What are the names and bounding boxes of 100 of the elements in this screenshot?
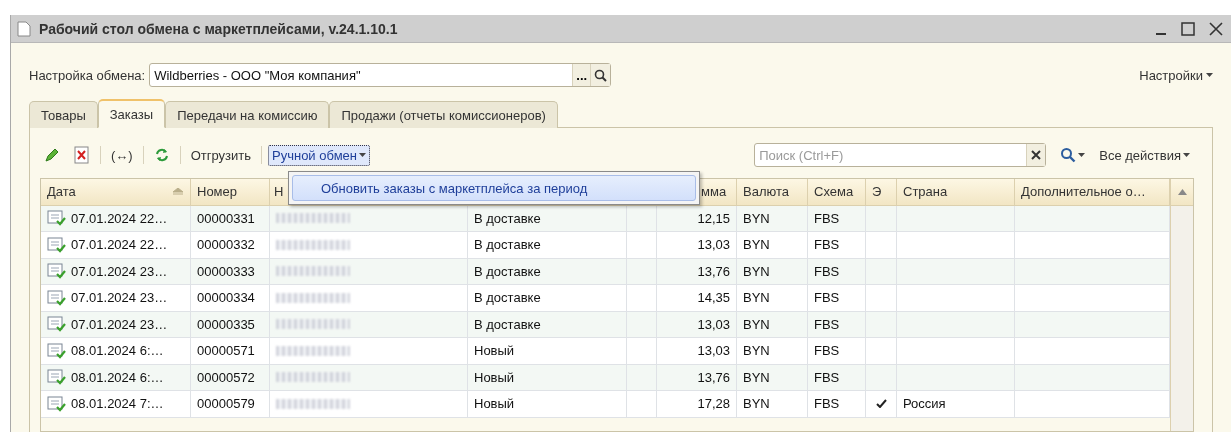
search-field[interactable]: Поиск (Ctrl+F)	[754, 143, 1047, 167]
table-cell: FBS	[808, 391, 866, 418]
caret-icon	[1078, 153, 1086, 157]
table-cell: 00000335	[191, 311, 270, 338]
table-cell: BYN	[737, 232, 808, 259]
caret-icon	[1206, 73, 1213, 77]
manual-exchange-dropdown[interactable]: Ручной обмен	[268, 144, 370, 166]
column-header[interactable]: Валюта	[737, 179, 808, 206]
table-cell: BYN	[737, 285, 808, 312]
table-cell: 13,03	[657, 311, 737, 338]
sort-icon	[172, 187, 184, 196]
date-text: 07.01.2024 23…	[71, 316, 168, 332]
table-cell: 13,76	[657, 364, 737, 391]
refresh-icon	[153, 147, 170, 163]
clear-button[interactable]	[1026, 144, 1046, 166]
document-check-icon	[47, 263, 66, 280]
table-cell: В доставке	[468, 285, 627, 312]
table-cell: 00000331	[191, 205, 270, 232]
table-cell: BYN	[737, 364, 808, 391]
document-check-icon	[47, 236, 66, 253]
date-text: 08.01.2024 6:…	[71, 343, 164, 359]
table-cell	[627, 232, 657, 259]
table-cell: FBS	[808, 338, 866, 365]
table-cell: Россия	[897, 391, 1015, 418]
tab[interactable]: Продажи (отчеты комиссионеров)	[329, 101, 558, 128]
date-text: 08.01.2024 6:…	[71, 369, 164, 385]
table-cell: Новый	[468, 364, 627, 391]
exchange-settings-field[interactable]: Wildberries - ООО "Моя компания" ...	[149, 63, 612, 87]
table-cell	[627, 258, 657, 285]
tab[interactable]: Товары	[29, 101, 98, 128]
table-cell: 00000333	[191, 258, 270, 285]
search-button[interactable]	[590, 64, 611, 86]
expand-button[interactable]: (↔)	[107, 144, 137, 166]
table-cell	[627, 285, 657, 312]
document-check-icon	[47, 369, 66, 386]
close-icon	[1031, 150, 1042, 160]
caret-icon	[359, 153, 366, 157]
all-actions-menu[interactable]: Все действия	[1095, 144, 1194, 166]
search-input[interactable]: Поиск (Ctrl+F)	[755, 147, 1027, 163]
document-check-icon	[47, 395, 66, 412]
ship-button[interactable]: Отгрузить	[186, 144, 255, 166]
table-cell: 00000571	[191, 338, 270, 365]
table-cell: Новый	[468, 391, 627, 418]
date-text: 07.01.2024 22…	[71, 237, 168, 253]
checkmark-icon	[875, 399, 887, 409]
document-check-icon	[47, 342, 66, 359]
header-text: Номер	[197, 184, 237, 200]
date-text: 08.01.2024 7:…	[71, 396, 164, 412]
column-header[interactable]: Дата	[41, 179, 191, 206]
caret-icon	[1183, 153, 1190, 157]
table-cell: 00000334	[191, 285, 270, 312]
table-cell: BYN	[737, 391, 808, 418]
table-cell: FBS	[808, 364, 866, 391]
pencil-icon	[44, 147, 60, 163]
table-cell	[627, 364, 657, 391]
table-cell: 17,28	[657, 391, 737, 418]
table-cell: В доставке	[468, 232, 627, 259]
table-cell: В доставке	[468, 205, 627, 232]
maximize-icon[interactable]	[1181, 21, 1195, 36]
table-cell: Новый	[468, 338, 627, 365]
table-cell: 14,35	[657, 285, 737, 312]
field-label: Настройка обмена:	[29, 67, 146, 83]
table-cell: BYN	[737, 311, 808, 338]
table-cell: FBS	[808, 285, 866, 312]
document-check-icon	[47, 210, 66, 227]
header-text: мма	[701, 184, 727, 200]
table-cell: В доставке	[468, 311, 627, 338]
table-cell: FBS	[808, 205, 866, 232]
header-text: Дата	[47, 184, 76, 200]
table-cell: 13,03	[657, 232, 737, 259]
header-text: Н	[274, 184, 284, 200]
header-text: Э	[872, 184, 882, 200]
column-header[interactable]: Э	[866, 179, 897, 206]
table-cell: BYN	[737, 338, 808, 365]
tab[interactable]: Заказы	[97, 99, 166, 128]
table-cell	[627, 338, 657, 365]
column-header[interactable]: Дополнительное о…	[1015, 179, 1170, 206]
document-check-icon	[47, 316, 66, 333]
menu-item[interactable]: Обновить заказы с маркетплейса за период	[292, 175, 696, 201]
table-cell: FBS	[808, 311, 866, 338]
column-header[interactable]: Номер	[191, 179, 270, 206]
column-header[interactable]: Страна	[897, 179, 1015, 206]
table-cell: 13,03	[657, 338, 737, 365]
window-title: Рабочий стол обмена с маркетплейсами, v.24.1.10.1	[39, 20, 399, 37]
table-cell: В доставке	[468, 258, 627, 285]
header-text: Дополнительное о…	[1021, 184, 1146, 200]
choose-button[interactable]: ...	[572, 64, 591, 86]
table-cell: 00000572	[191, 364, 270, 391]
table-cell: BYN	[737, 258, 808, 285]
scrollbar[interactable]	[1170, 179, 1193, 431]
date-text: 07.01.2024 22…	[71, 210, 168, 226]
scroll-up-icon	[1177, 189, 1187, 195]
table-cell: 00000579	[191, 391, 270, 418]
column-header[interactable]: Схема	[808, 179, 866, 206]
header-text: Валюта	[743, 184, 789, 200]
settings-menu[interactable]: Настройки	[1139, 67, 1213, 83]
delete-icon	[74, 146, 90, 164]
table-cell	[627, 391, 657, 418]
tab[interactable]: Передачи на комиссию	[165, 101, 330, 128]
close-icon[interactable]	[1209, 21, 1223, 36]
